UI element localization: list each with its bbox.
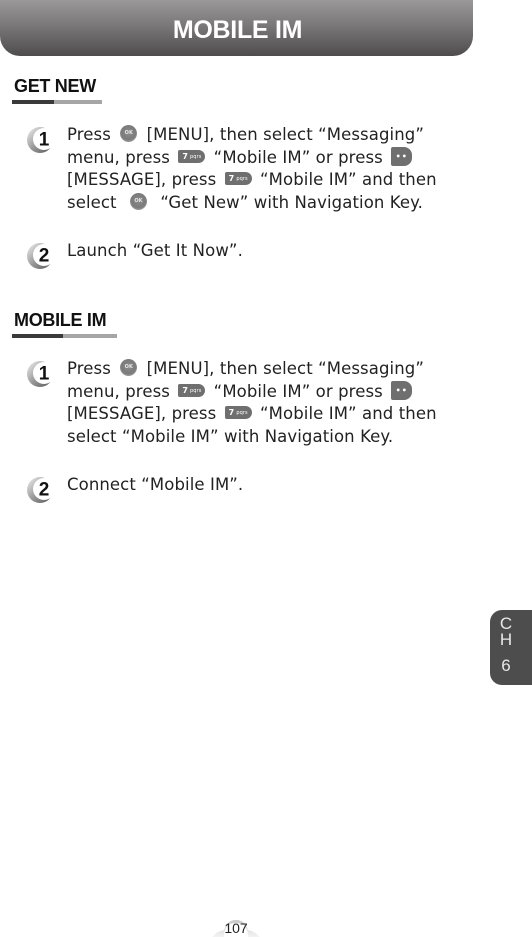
step-item: 1 Press OK [MENU], then select “Messagin…: [26, 124, 456, 214]
step-number-badge: 2: [26, 475, 56, 505]
page-number-badge: 107: [212, 918, 260, 937]
svg-text:2: 2: [39, 246, 50, 267]
step-item: 1 Press OK [MENU], then select “Messagin…: [26, 358, 456, 448]
step-instruction: Press OK [MENU], then select “Messaging”…: [67, 359, 437, 446]
step-badge-icon: 1: [27, 127, 55, 153]
page-title: MOBILE IM: [172, 15, 303, 44]
message-soft-key-icon: ••: [391, 146, 413, 166]
step-number-badge: 2: [26, 241, 56, 271]
message-soft-key-icon: ••: [391, 380, 413, 400]
ok-key-icon: OK: [120, 125, 138, 142]
step-badge-icon: 2: [27, 243, 55, 269]
seven-pqrs-key-icon: 7 pqrs: [224, 406, 252, 419]
chapter-label: CH: [499, 614, 513, 649]
step-number-badge: 1: [26, 125, 56, 155]
page-number: 107: [224, 920, 248, 936]
step-item: 2 Connect “Mobile IM”.: [26, 474, 456, 503]
step-instruction: Connect “Mobile IM”.: [67, 475, 244, 494]
svg-text:2: 2: [39, 480, 50, 501]
ok-key-icon: OK: [129, 192, 147, 210]
chapter-number: 6: [501, 656, 511, 675]
seven-pqrs-key-icon: 7 pqrs: [224, 172, 252, 185]
step-item: 2 Launch “Get It Now”.: [26, 240, 456, 269]
step-instruction: Press OK [MENU], then select “Messaging”…: [67, 125, 437, 212]
step-badge-icon: 2: [27, 477, 55, 503]
section-title-mobile-im: MOBILE IM: [14, 310, 107, 330]
chapter-tab: CH 6: [490, 610, 532, 685]
ok-key-icon: OK: [120, 359, 138, 376]
page-header: MOBILE IM: [0, 0, 473, 56]
seven-pqrs-key-icon: 7 pqrs: [178, 149, 206, 163]
seven-pqrs-key-icon: 7 pqrs: [178, 383, 206, 397]
step-number-badge: 1: [26, 359, 56, 389]
section-divider: [12, 334, 117, 338]
section-divider: [12, 100, 102, 104]
section-title-get-new: GET NEW: [14, 76, 96, 96]
svg-text:1: 1: [39, 364, 50, 385]
svg-text:1: 1: [39, 130, 50, 151]
chapter-letters: CH: [499, 614, 513, 649]
step-instruction: Launch “Get It Now”.: [67, 241, 243, 260]
step-badge-icon: 1: [27, 361, 55, 387]
